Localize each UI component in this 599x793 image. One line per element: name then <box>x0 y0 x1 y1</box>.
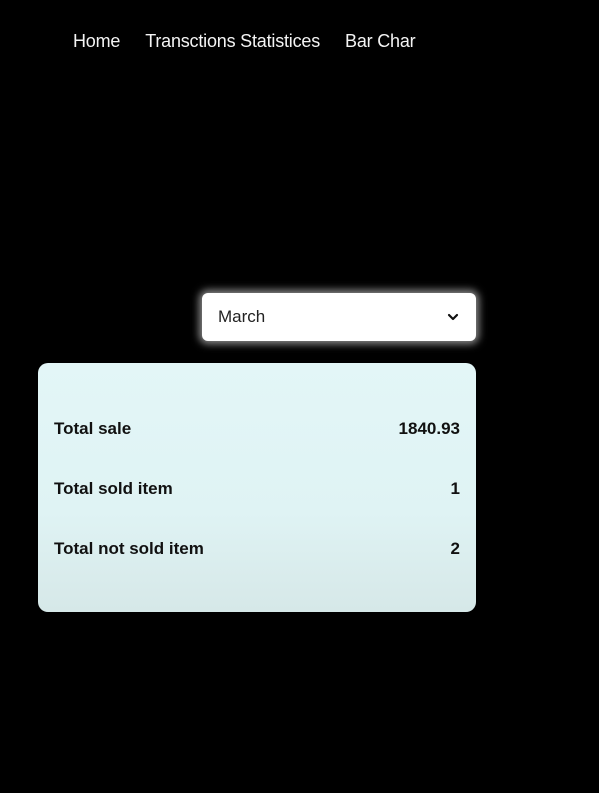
chevron-down-icon <box>447 313 459 321</box>
statistics-card: Total sale 1840.93 Total sold item 1 Tot… <box>38 363 476 612</box>
stat-label: Total sale <box>54 419 132 438</box>
nav-bar-chart[interactable]: Bar Char <box>345 31 416 52</box>
nav-home[interactable]: Home <box>73 31 120 52</box>
month-select-value: March <box>218 307 266 326</box>
stat-value: 1 <box>450 479 460 498</box>
top-nav: Home Transctions Statistices Bar Char <box>73 31 440 52</box>
nav-transactions-statistics[interactable]: Transctions Statistices <box>145 31 320 52</box>
stat-value: 1840.93 <box>398 419 460 438</box>
stat-row-total-sale: Total sale 1840.93 <box>54 419 460 439</box>
stat-row-total-not-sold: Total not sold item 2 <box>54 539 460 559</box>
stat-label: Total not sold item <box>54 539 204 558</box>
stat-row-total-sold: Total sold item 1 <box>54 479 460 499</box>
month-select[interactable]: March <box>202 293 476 341</box>
stat-label: Total sold item <box>54 479 173 498</box>
stat-value: 2 <box>450 539 460 558</box>
